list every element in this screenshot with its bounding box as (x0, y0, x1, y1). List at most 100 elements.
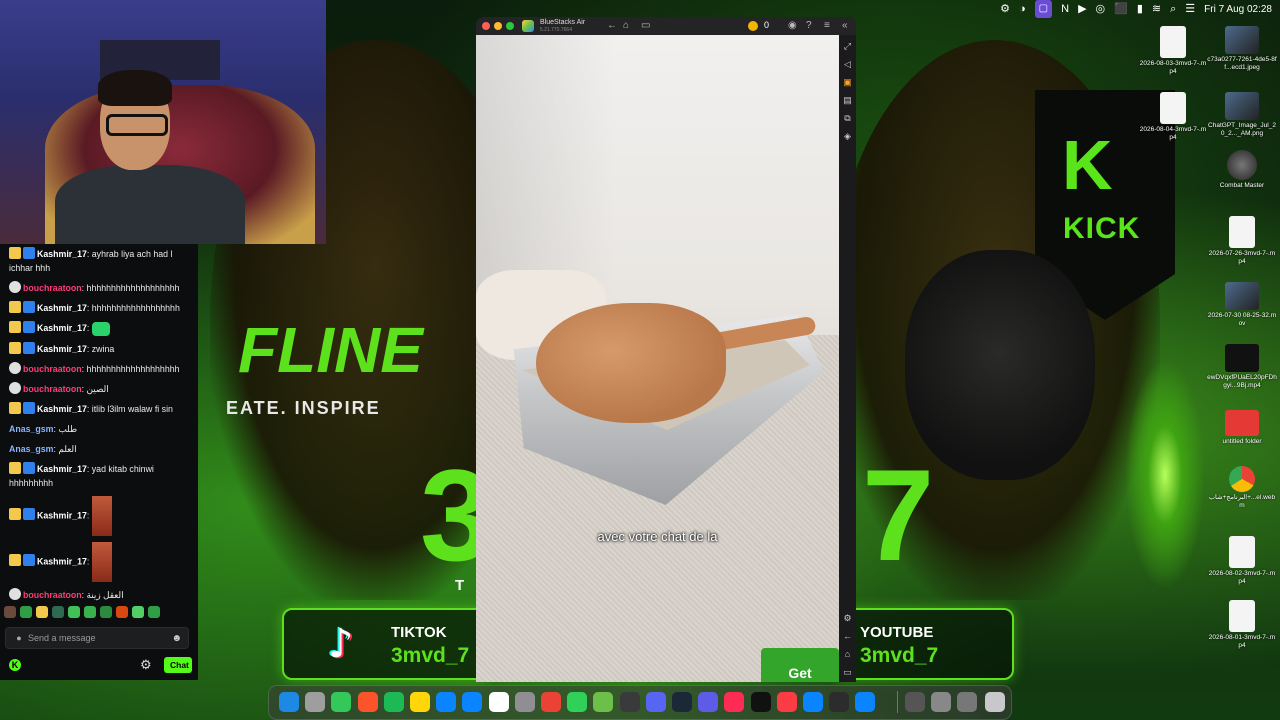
dock-capcut-icon[interactable] (750, 692, 771, 712)
chat-username[interactable]: Anas_gsm (9, 424, 54, 434)
stack-icon[interactable]: ◈ (842, 131, 853, 142)
volume-icon[interactable]: ◁ (842, 59, 853, 70)
emote-bar-emote[interactable] (36, 606, 48, 618)
minimize-window-button[interactable] (494, 22, 502, 30)
back-icon[interactable]: ← (607, 19, 617, 33)
screenshot-icon[interactable]: ▤ (842, 95, 853, 106)
desktop-file-icon[interactable]: 2026-08-03-3mvd-7-.mp4 (1138, 26, 1208, 76)
emote-bar-emote[interactable] (132, 606, 144, 618)
menubar-item[interactable]: N (1061, 0, 1069, 18)
chat-username[interactable]: Kashmir_17 (37, 510, 87, 520)
keymap-icon[interactable]: ▣ (842, 77, 853, 88)
dock-recent-window-icon[interactable] (931, 692, 951, 712)
dock-freeform-icon[interactable] (436, 692, 457, 712)
control-center-icon[interactable]: ☰ (1185, 0, 1195, 18)
desktop-file-icon[interactable]: Combat Master (1207, 150, 1277, 190)
chat-username[interactable]: bouchraatoon (23, 364, 82, 374)
settings-icon[interactable]: ⚙ (842, 613, 853, 624)
controller-icon[interactable]: ◉ (788, 19, 797, 33)
desktop-file-icon[interactable]: 2026-07-26-3mvd-7-.mp4 (1207, 216, 1277, 266)
chat-username[interactable]: Kashmir_17 (37, 249, 87, 259)
get-button[interactable]: Get (761, 648, 839, 682)
chat-username[interactable]: bouchraatoon (23, 283, 82, 293)
dock-messages-icon[interactable] (331, 692, 352, 712)
emote-bar-emote[interactable] (100, 606, 112, 618)
chat-username[interactable]: Anas_gsm (9, 444, 54, 454)
chat-send-button[interactable]: Chat (164, 657, 192, 673)
dock-safari-alt-icon[interactable] (803, 692, 823, 712)
emote-bar-emote[interactable] (4, 606, 16, 618)
dock-screen-recorder-icon[interactable] (698, 692, 719, 712)
menubar-item[interactable]: ⬛ (1114, 0, 1128, 18)
dock-discord-icon[interactable] (645, 692, 666, 712)
emote-bar-emote[interactable] (116, 606, 128, 618)
dock-trash-icon[interactable] (985, 692, 1005, 712)
dock-facetime-icon[interactable] (567, 692, 588, 712)
bluestacks-titlebar[interactable]: BlueStacks Air 5.21.770.7664 ← ⌂ ▭ 0 ◉ ?… (476, 17, 856, 35)
dock-spotify-icon[interactable] (383, 692, 404, 712)
help-icon[interactable]: ? (806, 19, 812, 33)
recent-apps-icon[interactable]: ▭ (641, 19, 650, 33)
battery-icon[interactable]: ▮ (1137, 0, 1143, 18)
gear-icon[interactable]: ⚙ (140, 657, 152, 673)
dock-chrome-icon[interactable] (541, 692, 561, 712)
emoji-icon[interactable]: ☻ (171, 633, 182, 644)
fullscreen-icon[interactable]: ⤢ (842, 41, 853, 52)
dock-launchpad-icon[interactable] (305, 692, 326, 712)
chat-username[interactable]: bouchraatoon (23, 590, 82, 600)
menubar-item[interactable]: ⚙ (1000, 0, 1010, 18)
chat-username[interactable]: bouchraatoon (23, 384, 82, 394)
desktop-file-icon[interactable]: untitled folder (1207, 410, 1277, 446)
menu-icon[interactable]: ≡ (824, 19, 830, 33)
dock-tiktok-icon[interactable] (724, 692, 745, 712)
desktop-file-icon[interactable]: ewDVqxfPUaEL20pFDhgyi...9Bj.mp4 (1207, 344, 1277, 390)
home-icon[interactable]: ⌂ (623, 19, 629, 33)
android-recents-icon[interactable]: ▭ (842, 667, 853, 678)
dock-safari-icon[interactable] (855, 692, 876, 712)
dock-notion-icon[interactable] (488, 692, 509, 712)
multi-instance-icon[interactable]: ⧉ (842, 113, 853, 124)
menubar-item[interactable]: ◑ (1019, 0, 1026, 18)
menubar-clock[interactable]: Fri 7 Aug 02:28 (1204, 4, 1272, 15)
dock-activity-icon[interactable] (829, 692, 850, 712)
close-window-button[interactable] (482, 22, 490, 30)
dock-obs-icon[interactable] (619, 692, 640, 712)
dock-recent-window-icon[interactable] (905, 692, 925, 712)
dock-app-store-icon[interactable] (462, 692, 483, 712)
chat-username[interactable]: Kashmir_17 (37, 556, 87, 566)
desktop-file-icon[interactable]: 2026-07-30 08-25-32.mov (1207, 282, 1277, 328)
dock-recent-window-icon[interactable] (957, 692, 977, 712)
desktop-file-icon[interactable]: 2026-08-04-3mvd-7-.mp4 (1138, 92, 1208, 142)
chat-username[interactable]: Kashmir_17 (37, 344, 87, 354)
emote-bar-emote[interactable] (84, 606, 96, 618)
emote-bar-emote[interactable] (20, 606, 32, 618)
chat-username[interactable]: Kashmir_17 (37, 303, 87, 313)
dock-brave-icon[interactable] (357, 692, 378, 712)
dock-steam-icon[interactable] (672, 692, 692, 712)
chat-message-input[interactable] (26, 632, 172, 644)
chat-username[interactable]: Kashmir_17 (37, 464, 87, 474)
menubar-item[interactable]: ▶ (1078, 0, 1086, 18)
zoom-window-button[interactable] (506, 22, 514, 30)
kick-logo-icon[interactable]: K (9, 659, 21, 671)
chat-username[interactable]: Kashmir_17 (37, 404, 87, 414)
menubar-item[interactable]: ▢ (1034, 0, 1053, 18)
emote-bar-emote[interactable] (148, 606, 160, 618)
collapse-sidebar-icon[interactable]: « (842, 19, 848, 33)
emote-bar-emote[interactable] (68, 606, 80, 618)
dock-finder-icon[interactable] (279, 692, 299, 712)
desktop-file-icon[interactable]: البرنامج+شاب+...el.webm (1207, 466, 1277, 510)
android-back-icon[interactable]: ← (842, 631, 853, 642)
android-screen[interactable]: avec votre chat de la Get (476, 35, 839, 682)
chat-message-list[interactable]: Kashmir_17: ayhrab liya ach had l ichhar… (0, 244, 198, 604)
emote-bar-emote[interactable] (52, 606, 64, 618)
chat-username[interactable]: Kashmir_17 (37, 323, 87, 333)
android-home-icon[interactable]: ⌂ (842, 649, 853, 660)
wifi-icon[interactable]: ≋ (1152, 0, 1161, 18)
desktop-file-icon[interactable]: 2026-08-02-3mvd-7-.mp4 (1207, 536, 1277, 586)
dock-music-icon[interactable] (776, 692, 797, 712)
menubar-item[interactable]: ◎ (1096, 0, 1106, 18)
desktop-file-icon[interactable]: 2026-08-01-3mvd-7-.mp4 (1207, 600, 1277, 650)
desktop-file-icon[interactable]: ChatGPT_Image_Jul_20_2..._AM.png (1207, 92, 1277, 138)
dock-system-settings-icon[interactable] (514, 692, 535, 712)
